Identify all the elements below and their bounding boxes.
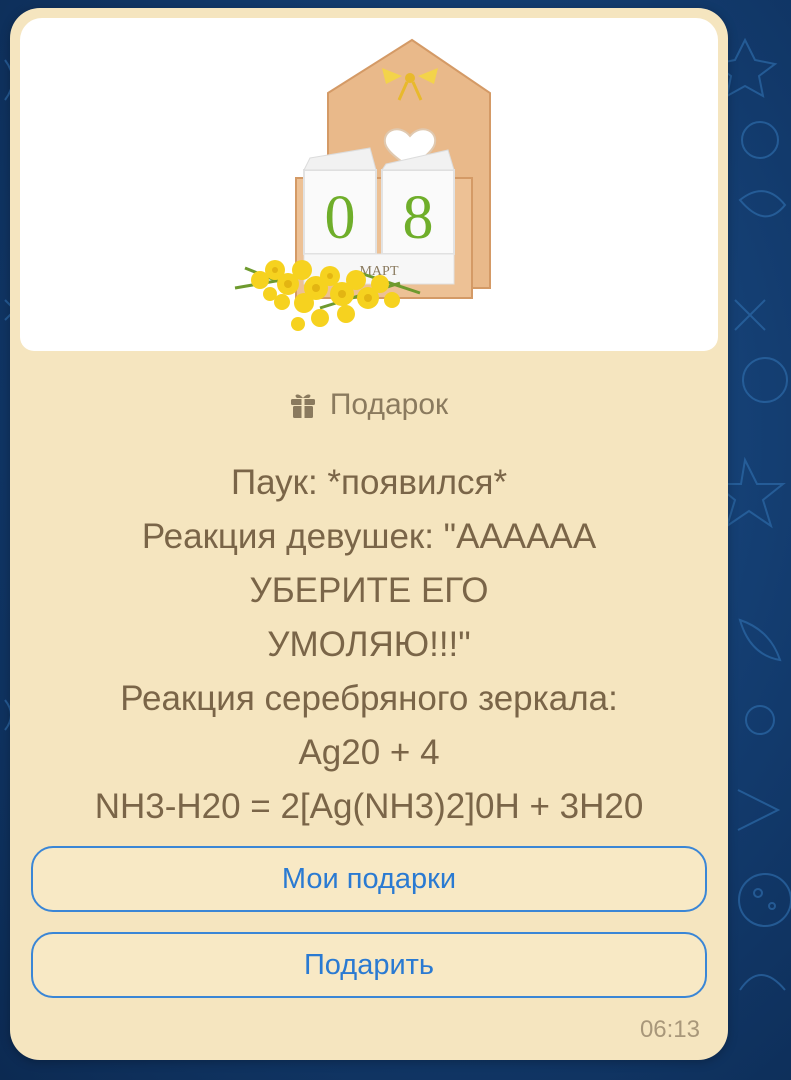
calendar-illustration: 0 8 МАРТ [234,38,491,331]
gift-header-label: Подарок [329,388,449,421]
gift-sticker-image[interactable]: 0 8 МАРТ [20,18,718,351]
gift-header: Подарок [10,385,728,425]
gift-icon [290,394,315,418]
my-gifts-button[interactable]: Мои подарки [31,846,707,912]
message-timestamp: 06:13 [639,1016,700,1043]
gift-message-bubble: 0 8 МАРТ Подарок Паук: *появился* Реакци… [10,8,728,1060]
give-gift-button[interactable]: Подарить [31,932,707,998]
calendar-digit-ones: 8 [403,184,434,252]
calendar-digit-tens: 0 [325,184,356,252]
gift-message-text: Паук: *появился* Реакция девушек: "ААААА… [94,463,644,826]
